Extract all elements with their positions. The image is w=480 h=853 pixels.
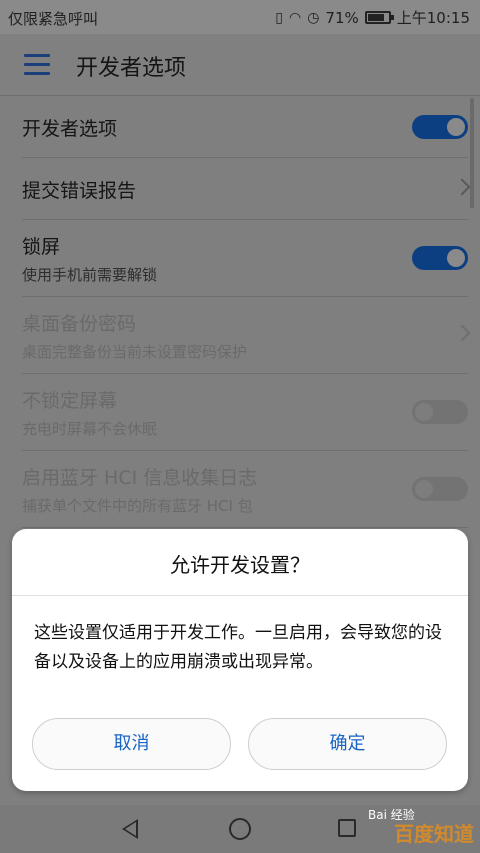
confirm-dialog: 允许开发设置？ 这些设置仅适用于开发工作。一旦启用，会导致您的设备以及设备上的应… bbox=[12, 529, 468, 791]
setting-bug-report[interactable]: 提交错误报告 bbox=[22, 158, 471, 220]
watermark-logo: 百度知道 bbox=[394, 822, 474, 846]
setting-title: 开发者选项 bbox=[22, 118, 118, 140]
clock: 上午10:15 bbox=[396, 9, 470, 27]
setting-desktop-backup-password[interactable]: 桌面备份密码 桌面完整备份当前未设置密码保护 bbox=[22, 297, 471, 374]
lock-screen-toggle[interactable] bbox=[412, 246, 468, 270]
setting-title: 不锁定屏幕 bbox=[22, 390, 118, 412]
setting-subtitle: 充电时屏幕不会休眠 bbox=[22, 420, 158, 438]
home-icon[interactable] bbox=[229, 818, 251, 840]
page-title: 开发者选项 bbox=[76, 56, 187, 81]
chevron-right-icon bbox=[453, 324, 471, 342]
setting-stay-awake[interactable]: 不锁定屏幕 充电时屏幕不会休眠 bbox=[22, 374, 468, 451]
back-icon[interactable] bbox=[122, 819, 138, 839]
dialog-title: 允许开发设置？ bbox=[170, 553, 310, 577]
divider bbox=[12, 595, 468, 596]
dialog-message: 这些设置仅适用于开发工作。一旦启用，会导致您的设备以及设备上的应用崩溃或出现异常… bbox=[34, 623, 442, 672]
scrollbar[interactable] bbox=[470, 98, 474, 208]
setting-bluetooth-hci-log[interactable]: 启用蓝牙 HCI 信息收集日志 捕获单个文件中的所有蓝牙 HCI 包 bbox=[22, 451, 468, 528]
bluetooth-hci-toggle[interactable] bbox=[412, 477, 468, 501]
setting-title: 提交错误报告 bbox=[22, 180, 137, 202]
alarm-icon: ◷ bbox=[307, 9, 320, 26]
vibrate-icon: ▯ bbox=[275, 9, 283, 26]
chevron-right-icon bbox=[453, 178, 471, 195]
confirm-button[interactable]: 确定 bbox=[248, 718, 447, 770]
setting-title: 桌面备份密码 bbox=[22, 313, 137, 335]
settings-list: 开发者选项 提交错误报告 锁屏 使用手机前需要解锁 桌面备份密码 桌面完整备份当… bbox=[0, 96, 480, 528]
recent-apps-icon[interactable] bbox=[338, 819, 356, 837]
setting-subtitle: 捕获单个文件中的所有蓝牙 HCI 包 bbox=[22, 497, 253, 515]
stay-awake-toggle[interactable] bbox=[412, 400, 468, 424]
setting-lock-screen[interactable]: 锁屏 使用手机前需要解锁 bbox=[22, 220, 468, 297]
app-bar: 开发者选项 bbox=[0, 34, 480, 96]
menu-icon[interactable] bbox=[24, 54, 50, 75]
status-icons: ▯ ◠ ◷ 71% 上午10:15 bbox=[275, 7, 470, 28]
cancel-button[interactable]: 取消 bbox=[32, 718, 231, 770]
setting-title: 锁屏 bbox=[22, 236, 61, 258]
status-bar: 仅限紧急呼叫 ▯ ◠ ◷ 71% 上午10:15 bbox=[0, 0, 480, 34]
setting-subtitle: 桌面完整备份当前未设置密码保护 bbox=[22, 343, 248, 361]
battery-percent: 71% bbox=[325, 8, 359, 27]
wifi-icon: ◠ bbox=[288, 9, 302, 26]
setting-subtitle: 使用手机前需要解锁 bbox=[22, 266, 158, 284]
setting-developer-options[interactable]: 开发者选项 bbox=[22, 96, 468, 158]
developer-options-toggle[interactable] bbox=[412, 114, 468, 139]
setting-title: 启用蓝牙 HCI 信息收集日志 bbox=[22, 467, 258, 489]
carrier-text: 仅限紧急呼叫 bbox=[8, 10, 99, 28]
battery-icon bbox=[364, 11, 394, 24]
